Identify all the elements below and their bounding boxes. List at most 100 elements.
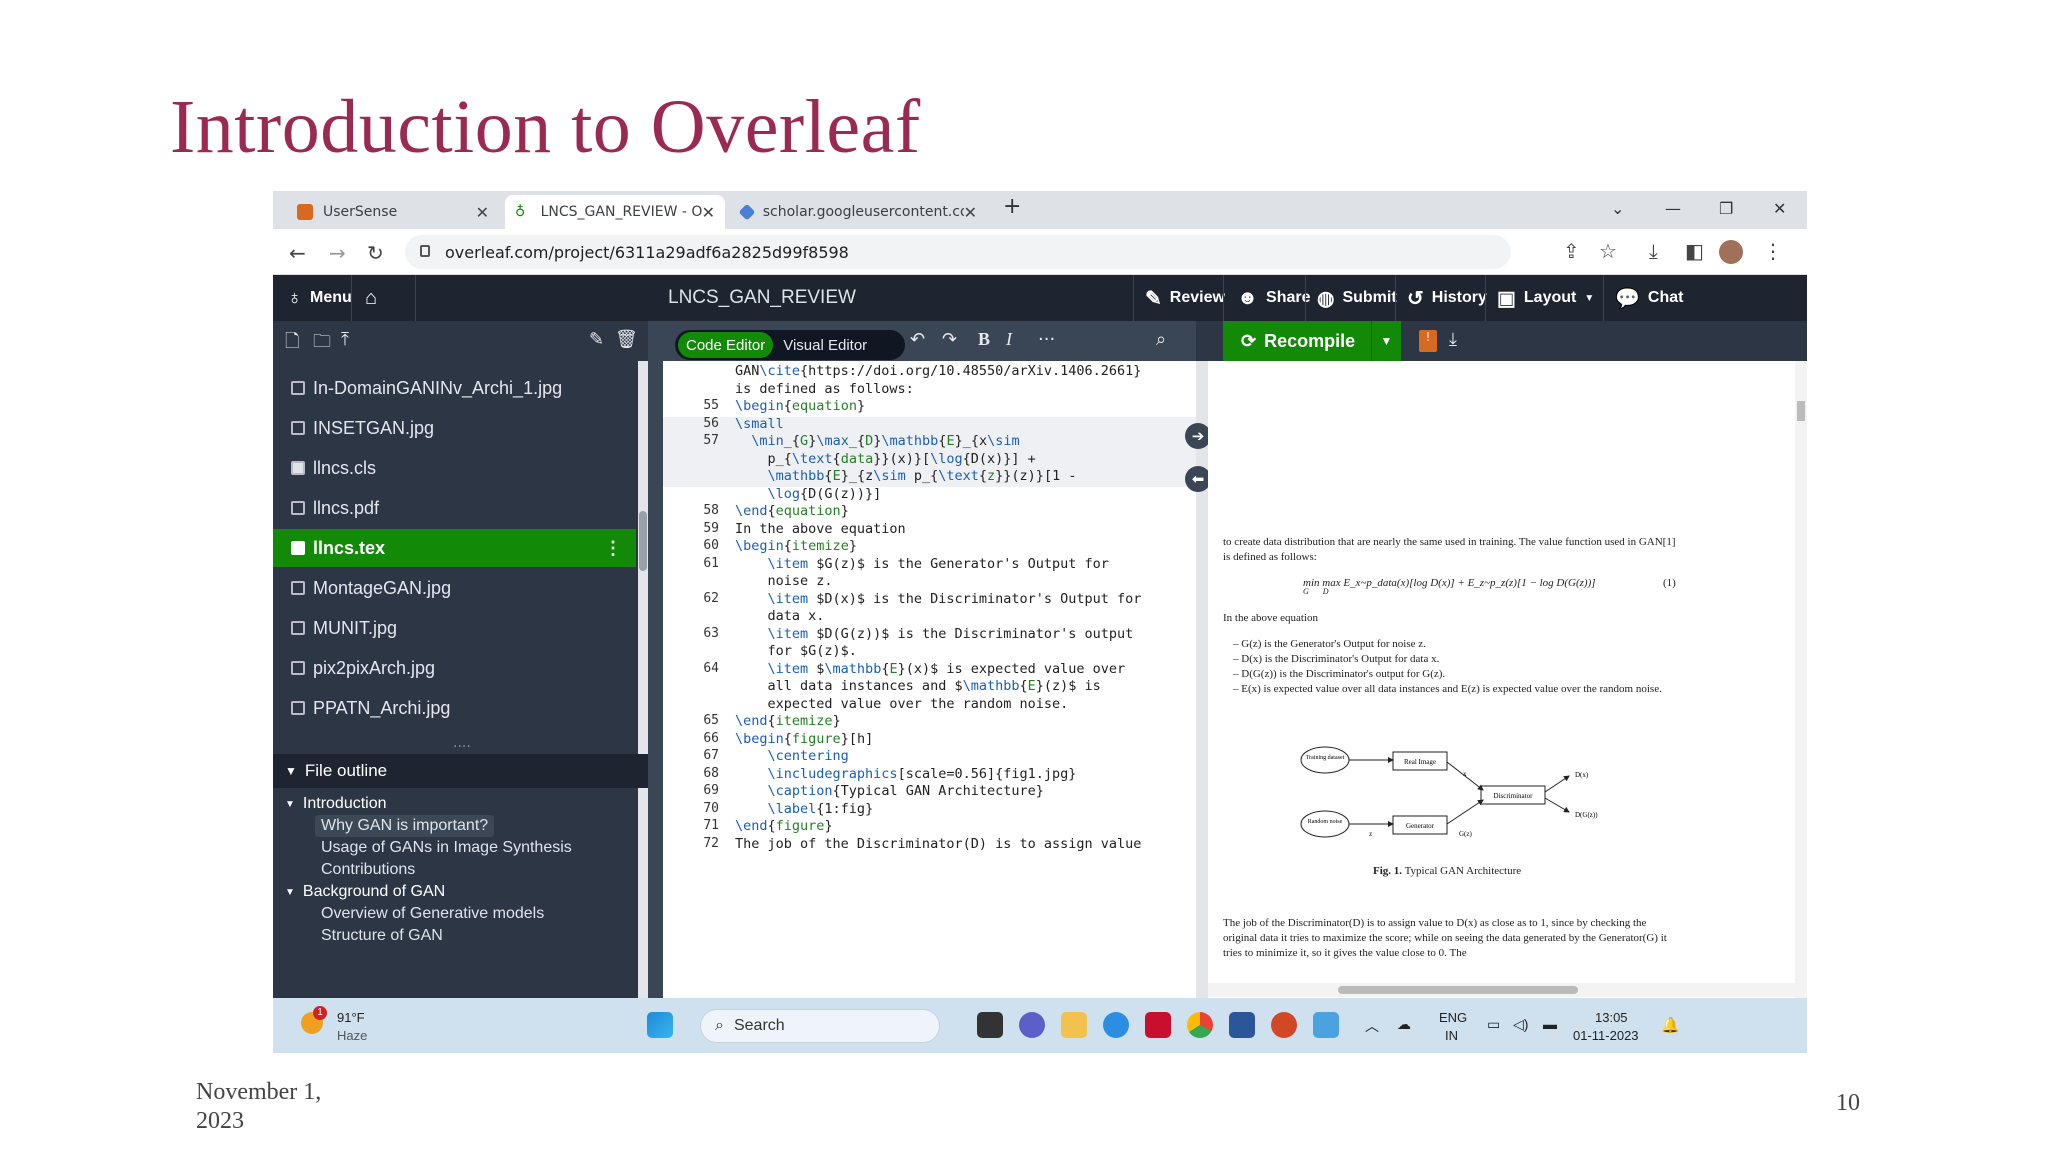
file-item[interactable]: In-DomainGANINv_Archi_1.jpg [273,369,636,407]
file-item-selected[interactable]: llncs.tex ⋮ [273,529,636,567]
outline-item[interactable]: ▼ Background of GAN [285,881,445,903]
outline-item[interactable]: Overview of Generative models [321,903,544,925]
close-window-icon[interactable]: ✕ [1773,199,1786,218]
code-line[interactable]: \item $\mathbb{E}(x)$ is expected value … [735,661,1126,677]
volume-icon[interactable]: ◁) [1513,1016,1528,1033]
outline-item[interactable]: ▼ Introduction [285,793,387,815]
url-input[interactable]: overleaf.com/project/6311a29adf6a2825d99… [405,235,1511,269]
region[interactable]: IN [1445,1028,1458,1043]
code-line[interactable]: \begin{itemize} [735,538,857,554]
tab-usersense[interactable]: UserSense ✕ [287,195,499,229]
outline-item[interactable]: Usage of GANs in Image Synthesis [321,837,572,859]
file-outline-header[interactable]: ▼ File outline [273,754,648,788]
history-button[interactable]: ↺ History [1407,275,1487,321]
more-button[interactable]: ··· [1038,329,1055,350]
delete-icon[interactable]: 🗑 [615,329,638,350]
new-folder-icon[interactable]: 🗀 [313,329,331,359]
code-line[interactable]: \min_{G}\max_{D}\mathbb{E}_{x\sim [735,433,1019,449]
close-icon[interactable]: ✕ [476,203,489,222]
forward-icon[interactable]: → [329,241,346,265]
code-line[interactable]: GAN\cite{https://doi.org/10.48550/arXiv.… [735,363,1141,379]
code-line[interactable]: \item $G(z)$ is the Generator's Output f… [735,556,1109,572]
teams-icon[interactable] [1019,1012,1045,1038]
pdf-scrollbar[interactable] [1795,361,1807,998]
code-line[interactable]: \begin{figure}[h] [735,731,873,747]
download-icon[interactable]: ⤓ [1649,239,1658,263]
code-line[interactable]: \end{itemize} [735,713,841,729]
chrome-icon[interactable] [1187,1012,1213,1038]
search-icon[interactable]: ⌕ [1156,329,1166,350]
outline-item[interactable]: Contributions [321,859,415,881]
new-tab-button[interactable]: + [1003,194,1021,219]
code-line[interactable]: noise z. [735,573,833,589]
back-icon[interactable]: ← [289,241,306,265]
upload-icon[interactable]: ⤒ [341,329,349,350]
share-button[interactable]: ☻ Share [1237,275,1311,321]
code-line[interactable]: The job of the Discriminator(D) is to as… [735,836,1141,852]
edge-icon[interactable] [1103,1012,1129,1038]
file-explorer-icon[interactable] [1061,1012,1087,1038]
code-line[interactable]: \centering [735,748,849,764]
recompile-button[interactable]: ⟳ Recompile ▼ [1223,321,1401,361]
file-item[interactable]: INSETGAN.jpg [273,409,636,447]
code-line[interactable]: \label{1:fig} [735,801,874,817]
editor-mode-toggle[interactable]: Code Editor Visual Editor [675,330,905,360]
pdf-horizontal-scrollbar[interactable] [1208,983,1795,997]
chevron-up-icon[interactable]: ︿ [1365,1016,1379,1036]
code-line[interactable]: \small [735,416,784,432]
code-line[interactable]: for $G(z)$. [735,643,857,659]
battery-icon[interactable]: ▬ [1543,1016,1557,1032]
code-line[interactable]: In the above equation [735,521,906,537]
code-line[interactable]: \log{D(G(z))}] [735,486,882,502]
code-line[interactable]: \includegraphics[scale=0.56]{fig1.jpg} [735,766,1077,782]
code-line[interactable]: \caption{Typical GAN Architecture} [735,783,1044,799]
home-button[interactable]: ⌂ [365,275,385,321]
profile-avatar[interactable] [1719,240,1743,264]
code-line[interactable]: p_{\text{data}}(x)}[\log{D(x)}] + [735,451,1036,467]
tab-scholar[interactable]: scholar.googleusercontent.com/ ✕ [731,195,987,229]
kebab-icon[interactable]: ⋮ [604,538,622,559]
outline-item[interactable]: Why GAN is important? [315,815,495,837]
logs-icon[interactable]: ! [1419,330,1437,352]
language[interactable]: ENG [1439,1010,1467,1025]
menu-button[interactable]: ♁ Menu [287,275,352,321]
outline-scrollbar[interactable] [638,788,648,998]
code-line[interactable]: \end{equation} [735,503,849,519]
code-line[interactable]: expected value over the random noise. [735,696,1069,712]
editor-scrollbar[interactable] [1196,361,1208,998]
mcafee-icon[interactable] [1145,1012,1171,1038]
file-item[interactable]: pix2pixArch.jpg [273,649,636,687]
file-item[interactable]: llncs.pdf [273,489,636,527]
code-line[interactable]: \item $D(G(z))$ is the Discriminator's o… [735,626,1134,642]
notification-bell-icon[interactable]: 🔔 [1661,1016,1680,1034]
tab-overleaf[interactable]: ♁ LNCS_GAN_REVIEW - Online La ✕ [505,195,725,229]
file-item[interactable]: MUNIT.jpg [273,609,636,647]
windows-start-icon[interactable] [647,1012,673,1038]
taskbar-search[interactable]: ⌕ Search [700,1009,940,1043]
code-line[interactable]: data x. [735,608,825,624]
submit-button[interactable]: ◍ Submit [1317,275,1397,321]
bookmark-star-icon[interactable]: ☆ [1599,239,1617,263]
restore-icon[interactable]: ❐ [1719,199,1733,218]
code-line[interactable]: all data instances and $\mathbb{E}(z)$ i… [735,678,1101,694]
chat-button[interactable]: 💬 Chat [1615,275,1683,321]
close-icon[interactable]: ✕ [964,203,977,222]
reload-icon[interactable]: ↻ [367,241,384,265]
bold-button[interactable]: B [978,329,990,350]
code-editor[interactable]: GAN\cite{https://doi.org/10.48550/arXiv.… [663,361,1196,998]
close-icon[interactable]: ✕ [702,203,715,222]
wifi-icon[interactable]: ▭ [1487,1016,1500,1033]
visual-editor-tab[interactable]: Visual Editor [773,337,877,354]
file-item[interactable]: llncs.cls [273,449,636,487]
file-tree-scrollbar[interactable] [638,361,648,770]
outline-item[interactable]: Structure of GAN [321,925,443,947]
network-icon[interactable]: ☁ [1397,1016,1411,1033]
undo-icon[interactable]: ↶ [910,329,925,350]
review-button[interactable]: ✎ Review [1145,275,1225,321]
word-icon[interactable] [1229,1012,1255,1038]
rename-pencil-icon[interactable]: ✎ [589,329,604,350]
new-file-icon[interactable]: 🗋 [285,329,299,359]
sidepanel-icon[interactable]: ◧ [1685,239,1704,263]
share-icon[interactable]: ⇪ [1563,239,1580,263]
code-editor-tab[interactable]: Code Editor [678,332,774,358]
